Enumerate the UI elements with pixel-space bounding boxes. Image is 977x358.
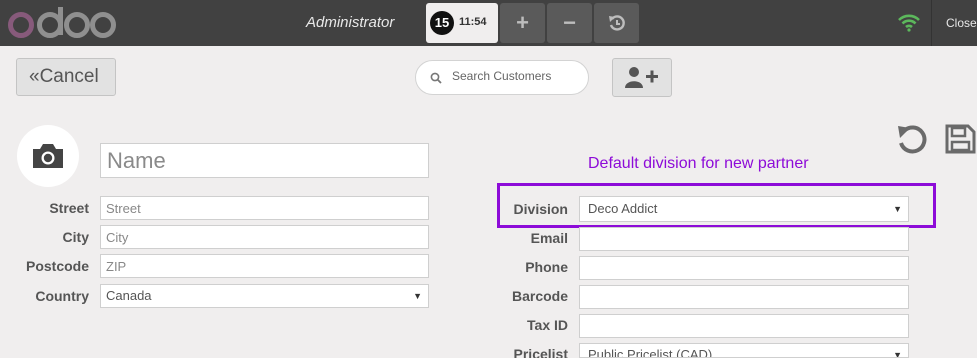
city-field[interactable]: [100, 225, 429, 249]
user-plus-icon: [625, 67, 658, 88]
add-customer-button[interactable]: [612, 58, 672, 97]
divider: [931, 0, 932, 46]
undo-icon[interactable]: [895, 123, 929, 155]
postcode-field[interactable]: [100, 254, 429, 278]
barcode-field[interactable]: [579, 285, 909, 309]
name-field[interactable]: [100, 143, 429, 178]
phone-label: Phone: [525, 259, 568, 275]
phone-field[interactable]: [579, 256, 909, 280]
street-field[interactable]: [100, 196, 429, 220]
chevron-down-icon: ▼: [893, 204, 902, 214]
chevron-down-icon: ▼: [413, 291, 422, 301]
search-box: [415, 60, 589, 95]
pricelist-label: Pricelist: [513, 346, 568, 358]
odoo-logo: [8, 7, 116, 38]
order-history-button[interactable]: [594, 3, 639, 43]
close-button[interactable]: Close: [946, 16, 977, 30]
new-order-button[interactable]: +: [500, 3, 545, 43]
order-time: 11:54: [459, 16, 487, 28]
search-icon: [430, 72, 442, 84]
annotation-text: Default division for new partner: [588, 155, 809, 172]
partner-image[interactable]: [17, 125, 79, 187]
save-icon[interactable]: [944, 123, 977, 155]
country-value: Canada: [106, 288, 152, 303]
barcode-label: Barcode: [511, 288, 568, 304]
search-input[interactable]: [452, 69, 582, 83]
country-label: Country: [35, 288, 89, 304]
email-label: Email: [530, 230, 568, 246]
street-label: Street: [49, 200, 89, 216]
tax-id-field[interactable]: [579, 314, 909, 338]
pricelist-select[interactable]: Public Pricelist (CAD) ▼: [579, 343, 909, 358]
tax-id-label: Tax ID: [527, 317, 568, 333]
history-icon: [608, 15, 625, 31]
division-value: Deco Addict: [588, 201, 658, 216]
country-select[interactable]: Canada ▼: [100, 284, 429, 308]
postcode-label: Postcode: [25, 258, 89, 274]
chevron-down-icon: ▼: [893, 350, 902, 358]
delete-order-button[interactable]: −: [547, 3, 592, 43]
division-label: Division: [513, 201, 568, 217]
camera-icon: [33, 144, 63, 168]
division-select[interactable]: Deco Addict ▼: [579, 196, 909, 222]
wifi-icon: [898, 14, 920, 32]
pricelist-value: Public Pricelist (CAD): [588, 347, 713, 358]
order-tab[interactable]: 15 11:54: [426, 3, 498, 43]
order-number: 15: [430, 11, 454, 35]
city-label: City: [62, 229, 89, 245]
top-bar: Administrator 15 11:54 + − Close: [0, 0, 977, 46]
user-name[interactable]: Administrator: [306, 14, 394, 31]
cancel-button[interactable]: «Cancel: [16, 58, 116, 96]
email-field[interactable]: [579, 227, 909, 251]
